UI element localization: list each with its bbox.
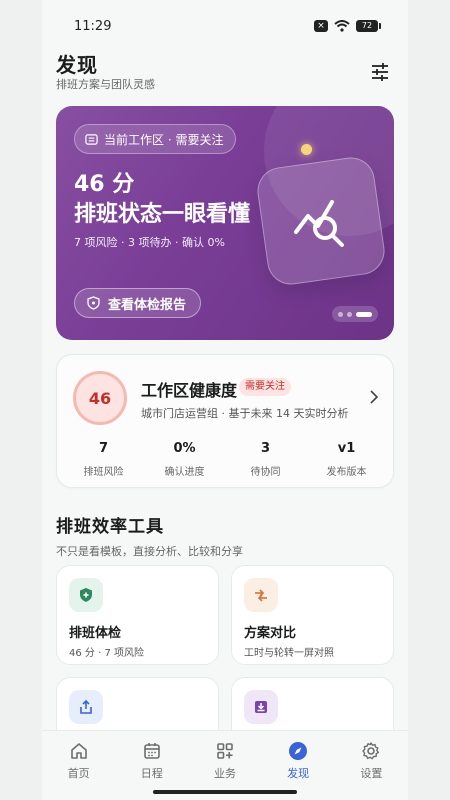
tool-icon-wrap <box>244 690 278 724</box>
tool-icon-wrap <box>69 578 103 612</box>
health-score-ring: 46 <box>73 371 127 425</box>
page-title: 发现 <box>56 53 98 77</box>
tab-settings[interactable]: 设置 <box>341 741 401 800</box>
carousel-dot[interactable] <box>338 311 343 317</box>
calendar-icon <box>143 743 160 759</box>
stat-label: 确认进度 <box>164 467 205 478</box>
tab-label: 设置 <box>360 767 383 780</box>
stat-value: 7 <box>98 441 109 456</box>
status-badge: 需要关注 <box>239 378 291 396</box>
stat-label: 发布版本 <box>326 467 367 478</box>
wifi-icon <box>334 20 350 32</box>
gear-icon <box>362 742 380 760</box>
health-card[interactable]: 46 工作区健康度 需要关注 城市门店运营组 · 基于未来 14 天实时分析 7… <box>56 354 394 488</box>
section-title: 排班效率工具 <box>56 517 164 537</box>
stat-value: 3 <box>260 441 271 456</box>
compass-icon <box>289 742 308 760</box>
carousel-dot-active[interactable] <box>356 311 372 317</box>
tab-label: 发现 <box>287 767 310 780</box>
stat-item: 3 待协同 <box>231 441 301 478</box>
tool-subtitle: 46 分 · 7 项风险 <box>69 648 144 659</box>
hero-score: 46 分 <box>74 172 135 197</box>
chart-search-icon <box>294 200 344 247</box>
switch-icon <box>85 133 98 145</box>
tool-title: 排班体检 <box>69 626 122 641</box>
shield-plus-icon <box>80 588 92 602</box>
stat-label: 排班风险 <box>83 467 124 478</box>
tool-card-checkup[interactable]: 排班体检 46 分 · 7 项风险 <box>56 565 219 665</box>
home-indicator[interactable] <box>153 790 297 794</box>
status-time: 11:29 <box>74 18 112 34</box>
view-report-label: 查看体检报告 <box>108 297 187 313</box>
view-report-button[interactable]: 查看体检报告 <box>74 288 202 318</box>
tool-icon-wrap <box>69 690 103 724</box>
grid-plus-icon <box>217 743 233 759</box>
tab-label: 日程 <box>140 767 163 780</box>
status-icons: × 72 <box>314 20 381 32</box>
stat-item: 7 排班风险 <box>69 441 139 478</box>
workspace-tag[interactable]: 当前工作区 · 需要关注 <box>74 124 237 154</box>
tool-icon-wrap <box>244 578 278 612</box>
section-subtitle: 不只是看模板，直接分析、比较和分享 <box>56 545 243 558</box>
hero-decor-dot <box>301 144 312 155</box>
tab-label: 首页 <box>67 767 90 780</box>
stat-item: v1 发布版本 <box>312 441 382 478</box>
page-header: 发现 排班方案与团队灵感 <box>42 52 408 96</box>
share-upload-icon <box>80 699 92 714</box>
health-stats: 7 排班风险 0% 确认进度 3 待协同 v1 发布版本 <box>57 441 393 478</box>
health-title: 工作区健康度 <box>141 381 238 400</box>
stat-value: v1 <box>337 441 356 456</box>
tool-title: 方案对比 <box>244 626 297 641</box>
home-icon <box>70 743 87 759</box>
shield-icon <box>87 296 100 310</box>
screen: 11:29 × 72 发现 排班方案与团队灵感 当前工作区 · 需要关注 46 … <box>42 0 408 800</box>
hero-banner[interactable]: 当前工作区 · 需要关注 46 分 排班状态一眼看懂 7 项风险 · 3 项待办… <box>56 106 394 340</box>
page-subtitle: 排班方案与团队灵感 <box>56 78 155 91</box>
stat-label: 待协同 <box>250 467 281 478</box>
hero-meta: 7 项风险 · 3 项待办 · 确认 0% <box>74 236 225 249</box>
tool-subtitle: 工时与轮转一屏对照 <box>244 648 334 659</box>
workspace-tag-label: 当前工作区 · 需要关注 <box>104 132 224 147</box>
carousel-indicator[interactable] <box>332 306 378 322</box>
carousel-dot[interactable] <box>347 311 352 317</box>
bottom-tab-bar: 首页 日程 业务 发现 设置 <box>42 730 408 800</box>
health-subtitle: 城市门店运营组 · 基于未来 14 天实时分析 <box>141 407 349 420</box>
battery-icon: 72 <box>356 20 381 32</box>
chevron-right-icon[interactable] <box>369 390 379 404</box>
tab-home[interactable]: 首页 <box>49 741 109 800</box>
phone-frame: 11:29 × 72 发现 排班方案与团队灵感 当前工作区 · 需要关注 46 … <box>0 0 450 800</box>
filter-sliders-icon[interactable] <box>368 60 392 84</box>
tool-card-compare[interactable]: 方案对比 工时与轮转一屏对照 <box>231 565 394 665</box>
tab-label: 业务 <box>213 767 236 780</box>
notification-off-icon: × <box>314 20 328 32</box>
swap-arrows-icon <box>255 589 267 602</box>
hero-headline: 排班状态一眼看懂 <box>74 202 251 227</box>
stat-value: 0% <box>173 441 196 456</box>
stat-item: 0% 确认进度 <box>150 441 220 478</box>
status-bar: 11:29 × 72 <box>42 0 408 52</box>
inbox-download-icon <box>255 701 267 713</box>
